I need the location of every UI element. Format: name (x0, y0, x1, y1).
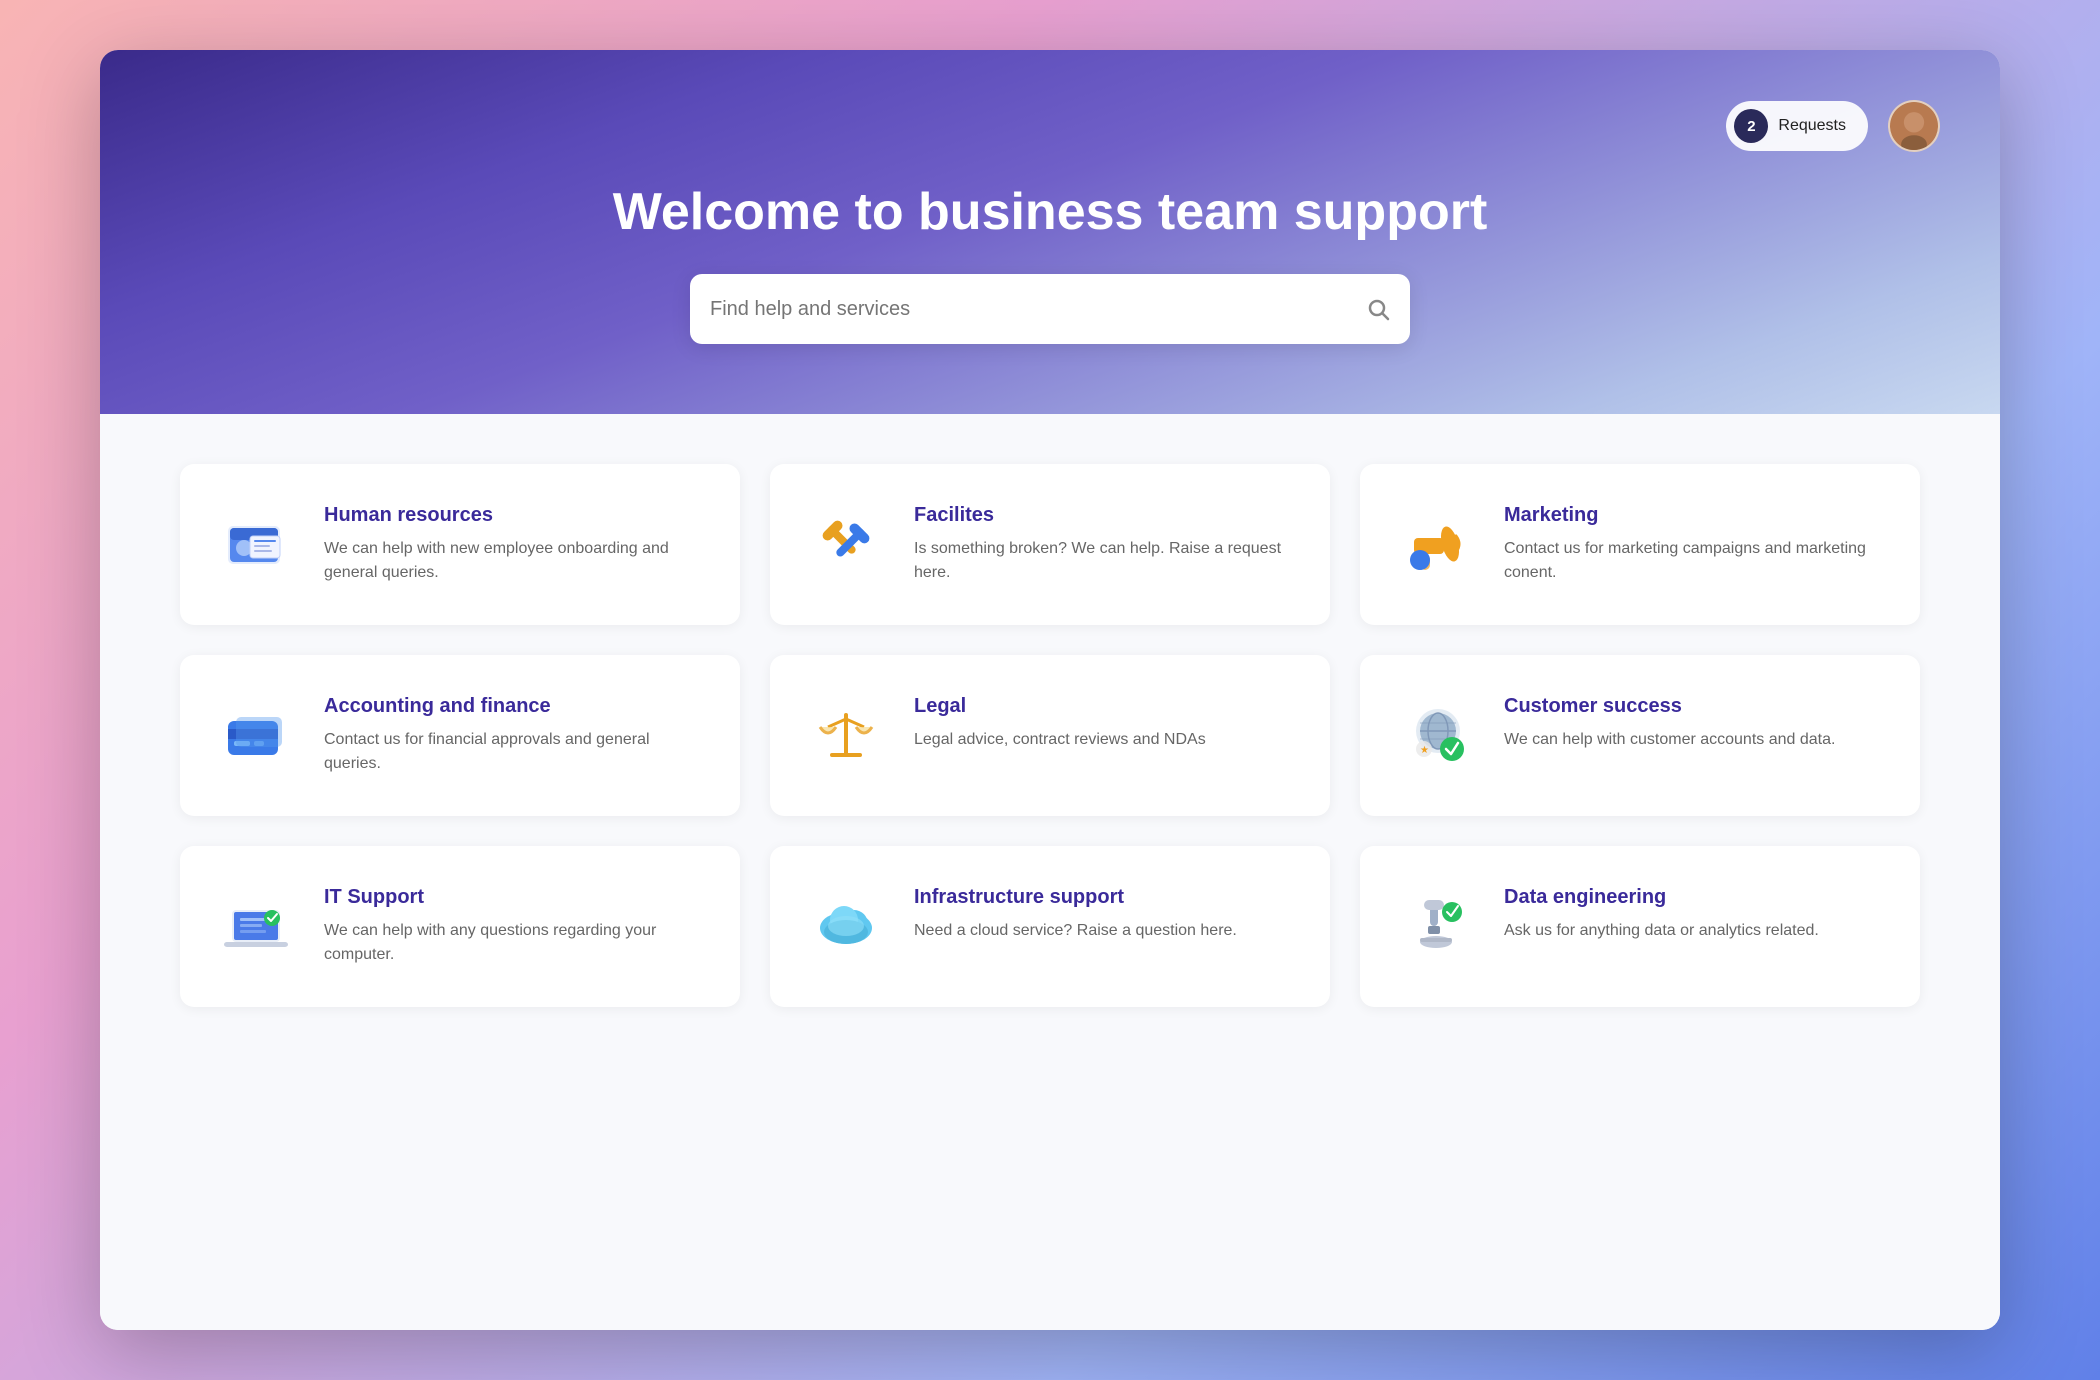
header-top: 2 Requests (160, 100, 1940, 152)
hr-desc: We can help with new employee onboarding… (324, 537, 704, 585)
marketing-title: Marketing (1504, 504, 1884, 527)
infrastructure-title: Infrastructure support (914, 886, 1294, 909)
marketing-desc: Contact us for marketing campaigns and m… (1504, 537, 1884, 585)
data-engineering-title: Data engineering (1504, 886, 1884, 909)
card-human-resources[interactable]: Human resources We can help with new emp… (180, 464, 740, 625)
customer-success-text: Customer success We can help with custom… (1504, 695, 1884, 752)
card-accounting[interactable]: Accounting and finance Contact us for fi… (180, 655, 740, 816)
hr-title: Human resources (324, 504, 704, 527)
search-bar (690, 274, 1410, 344)
card-it-support[interactable]: IT Support We can help with any question… (180, 846, 740, 1007)
legal-text: Legal Legal advice, contract reviews and… (914, 695, 1294, 752)
main-content: Human resources We can help with new emp… (100, 414, 2000, 1330)
search-input[interactable] (710, 298, 1366, 321)
it-support-text: IT Support We can help with any question… (324, 886, 704, 967)
accounting-desc: Contact us for financial approvals and g… (324, 728, 704, 776)
legal-desc: Legal advice, contract reviews and NDAs (914, 728, 1294, 752)
customer-success-desc: We can help with customer accounts and d… (1504, 728, 1884, 752)
hero-section: 2 Requests Welcome to business team supp… (100, 50, 2000, 414)
infrastructure-icon (806, 886, 886, 966)
marketing-text: Marketing Contact us for marketing campa… (1504, 504, 1884, 585)
data-engineering-icon (1396, 886, 1476, 966)
page-title: Welcome to business team support (613, 182, 1488, 242)
marketing-icon (1396, 504, 1476, 584)
services-grid: Human resources We can help with new emp… (180, 464, 1920, 1007)
infrastructure-desc: Need a cloud service? Raise a question h… (914, 919, 1294, 943)
card-customer-success[interactable]: ★ Customer success We can help with cust… (1360, 655, 1920, 816)
search-icon (1366, 297, 1390, 321)
legal-title: Legal (914, 695, 1294, 718)
facilities-title: Facilites (914, 504, 1294, 527)
accounting-title: Accounting and finance (324, 695, 704, 718)
it-support-desc: We can help with any questions regarding… (324, 919, 704, 967)
it-support-title: IT Support (324, 886, 704, 909)
facilities-text: Facilites Is something broken? We can he… (914, 504, 1294, 585)
customer-success-title: Customer success (1504, 695, 1884, 718)
infrastructure-text: Infrastructure support Need a cloud serv… (914, 886, 1294, 943)
avatar[interactable] (1888, 100, 1940, 152)
hr-text: Human resources We can help with new emp… (324, 504, 704, 585)
card-infrastructure[interactable]: Infrastructure support Need a cloud serv… (770, 846, 1330, 1007)
hr-icon (216, 504, 296, 584)
requests-label: Requests (1778, 117, 1846, 135)
main-window: 2 Requests Welcome to business team supp… (100, 50, 2000, 1330)
accounting-icon (216, 695, 296, 775)
it-icon (216, 886, 296, 966)
facilities-desc: Is something broken? We can help. Raise … (914, 537, 1294, 585)
accounting-text: Accounting and finance Contact us for fi… (324, 695, 704, 776)
card-data-engineering[interactable]: Data engineering Ask us for anything dat… (1360, 846, 1920, 1007)
card-legal[interactable]: Legal Legal advice, contract reviews and… (770, 655, 1330, 816)
data-engineering-desc: Ask us for anything data or analytics re… (1504, 919, 1884, 943)
requests-count-badge: 2 (1734, 109, 1768, 143)
data-engineering-text: Data engineering Ask us for anything dat… (1504, 886, 1884, 943)
legal-icon (806, 695, 886, 775)
facilities-icon (806, 504, 886, 584)
requests-button[interactable]: 2 Requests (1726, 101, 1868, 151)
customer-success-icon: ★ (1396, 695, 1476, 775)
card-marketing[interactable]: Marketing Contact us for marketing campa… (1360, 464, 1920, 625)
svg-text:★: ★ (1420, 745, 1429, 756)
card-facilities[interactable]: Facilites Is something broken? We can he… (770, 464, 1330, 625)
